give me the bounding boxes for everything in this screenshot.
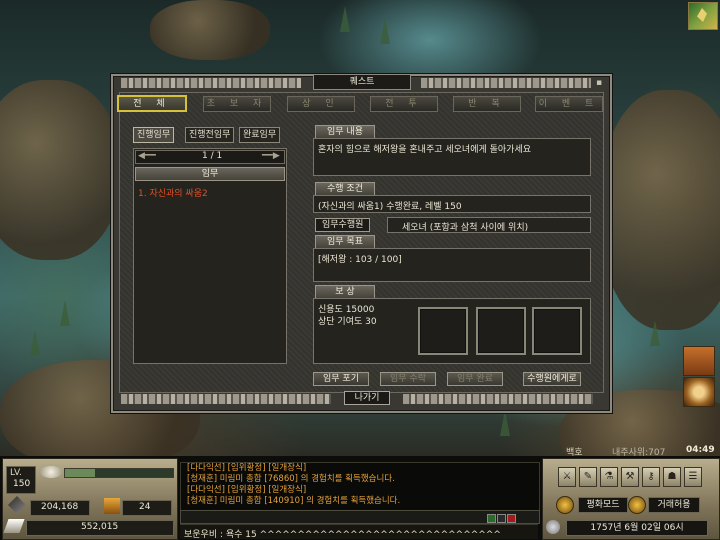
objective-label: 임무 목표: [315, 235, 375, 249]
spellbook-icon[interactable]: [683, 346, 715, 376]
reward-item-slot[interactable]: [418, 307, 468, 355]
level-label: LV.: [10, 468, 22, 478]
chat-mode-icon[interactable]: [497, 514, 506, 523]
reward-line: 상단 기여도 30: [318, 317, 377, 327]
bag-icon[interactable]: ☗: [663, 467, 681, 487]
book-icon: [104, 498, 120, 514]
window-ornament: [421, 78, 591, 88]
hp-value: 204,168: [41, 502, 79, 512]
reward-item-slot[interactable]: [476, 307, 526, 355]
mission-list-header: 임무: [135, 167, 285, 181]
tab-all[interactable]: 전 체: [117, 95, 187, 112]
seaweed: [340, 6, 350, 32]
hp-bar: [64, 468, 174, 478]
orb-icon: [40, 466, 62, 478]
settings-gear-icon[interactable]: [546, 520, 560, 534]
hp-bar-fill: [65, 469, 96, 477]
tab-combat[interactable]: 전 투: [370, 96, 438, 112]
abandon-mission-button[interactable]: 임무 포기: [313, 372, 369, 386]
go-to-performer-button[interactable]: 수행원에게로: [523, 372, 581, 386]
mission-list-item[interactable]: 1. 자신과의 싸움2: [138, 186, 208, 199]
window-ornament: [403, 394, 593, 404]
subtab-available[interactable]: 진행전임무: [185, 127, 235, 143]
prev-page-button[interactable]: ◀━━: [138, 151, 156, 161]
level-value: 150: [13, 479, 31, 489]
level-box: LV. 150: [6, 466, 36, 494]
performer-text: 세오녀 (포항과 삼척 사이에 위치): [402, 223, 529, 233]
chat-line: [다다익선] [임위황정] [일개장식]: [187, 485, 307, 495]
reward-label: 보 상: [315, 285, 375, 299]
info-bar: 보운우비 : 욕수 15 ^^^^^^^^^^^^^^^^^^^^^^^^^^^…: [180, 524, 538, 540]
accept-mission-button[interactable]: 임무 수락: [380, 372, 436, 386]
objective-box: [해저왕 : 103 / 100]: [313, 248, 591, 282]
exit-button[interactable]: 나가기: [344, 391, 390, 405]
game-date: 1757년 6월 02일 06시: [566, 520, 708, 536]
money-box: 552,015: [26, 520, 174, 536]
skill-ring-icon[interactable]: [683, 377, 715, 407]
performer-label: 임무수행원: [315, 218, 371, 232]
chat-green-toggle-icon[interactable]: [487, 514, 496, 523]
quest-window: 퀘스트 ▪ 전 체 초 보 자 상 인 전 투 반 복 이 벤 트 진행임무 진…: [111, 74, 612, 413]
chat-red-toggle-icon[interactable]: [507, 514, 516, 523]
trade-allow-button[interactable]: 거래허용: [648, 497, 700, 513]
sword-icon[interactable]: ⚔: [558, 467, 576, 487]
objective-text: [해저왕 : 103 / 100]: [318, 255, 402, 265]
peace-mode-icon[interactable]: [556, 496, 574, 514]
reward-item-slot[interactable]: [532, 307, 582, 355]
mission-content-text: 혼자의 힘으로 해저왕을 혼내주고 세오녀에게 돌아가세요: [318, 145, 532, 155]
tab-beginner[interactable]: 초 보 자: [203, 96, 271, 112]
rock: [0, 80, 120, 260]
tab-event[interactable]: 이 벤 트: [535, 96, 603, 112]
seaweed: [380, 18, 390, 44]
chat-line: [청재훈] 미림미 총합 [76860] 의 경험치를 획득했습니다.: [187, 474, 395, 484]
info-text: 보운우비 : 욕수 15 ^^^^^^^^^^^^^^^^^^^^^^^^^^^…: [184, 530, 501, 540]
hp-value-box: 204,168: [30, 500, 90, 516]
pager: ◀━━ 1 / 1 ━━▶: [135, 150, 285, 164]
rock: [150, 0, 270, 60]
clock: 04:49: [686, 445, 715, 455]
reward-box: 신용도 15000 상단 기여도 30: [313, 298, 591, 364]
mission-content-label: 임무 내용: [315, 125, 375, 139]
map-scroll-icon[interactable]: [688, 2, 718, 30]
conditions-label: 수행 조건: [315, 182, 375, 196]
close-icon[interactable]: ▪: [594, 78, 604, 88]
potion-icon[interactable]: ⚗: [600, 467, 618, 487]
hammer-icon[interactable]: ⚒: [621, 467, 639, 487]
book-value-box: 24: [122, 500, 172, 516]
window-title: 퀘스트: [313, 74, 411, 90]
trade-icon[interactable]: [628, 496, 646, 514]
chat-line: [청재훈] 미림미 총합 [140910] 의 경험치를 획득했습니다.: [187, 496, 401, 506]
tab-merchant[interactable]: 상 인: [287, 96, 355, 112]
subtab-completed[interactable]: 완료임무: [239, 127, 281, 143]
tab-repeat[interactable]: 반 복: [453, 96, 521, 112]
seaweed: [650, 320, 660, 346]
book-value: 24: [139, 502, 151, 512]
rock: [600, 90, 720, 330]
performer-box: 세오녀 (포항과 삼척 사이에 위치): [387, 217, 591, 233]
conditions-text: (자신과의 싸움1) 수행완료, 레벨 150: [318, 202, 462, 212]
next-page-button[interactable]: ━━▶: [262, 151, 280, 161]
complete-mission-button[interactable]: 임무 완료: [447, 372, 503, 386]
chat-line: [다다익선] [임위황정] [일개장식]: [187, 463, 307, 473]
seaweed: [30, 330, 40, 356]
chat-input[interactable]: [180, 510, 540, 524]
chat-log[interactable]: [다다익선] [임위황정] [일개장식] [청재훈] 미림미 총합 [76860…: [180, 462, 540, 512]
peace-mode-button[interactable]: 평화모드: [578, 497, 628, 513]
money-value: 552,015: [81, 522, 119, 532]
key-icon[interactable]: ⚷: [642, 467, 660, 487]
subtab-in-progress[interactable]: 진행임무: [133, 127, 175, 143]
seaweed: [60, 300, 70, 326]
scroll-icon[interactable]: ✎: [579, 467, 597, 487]
window-ornament: [121, 394, 331, 404]
mission-content-box: 혼자의 힘으로 해저왕을 혼내주고 세오녀에게 돌아가세요: [313, 138, 591, 176]
conditions-box: (자신과의 싸움1) 수행완료, 레벨 150: [313, 195, 591, 213]
window-ornament: [121, 78, 301, 88]
book-menu-icon[interactable]: ☰: [684, 467, 702, 487]
page-indicator: 1 / 1: [202, 151, 223, 161]
seaweed: [500, 410, 510, 436]
